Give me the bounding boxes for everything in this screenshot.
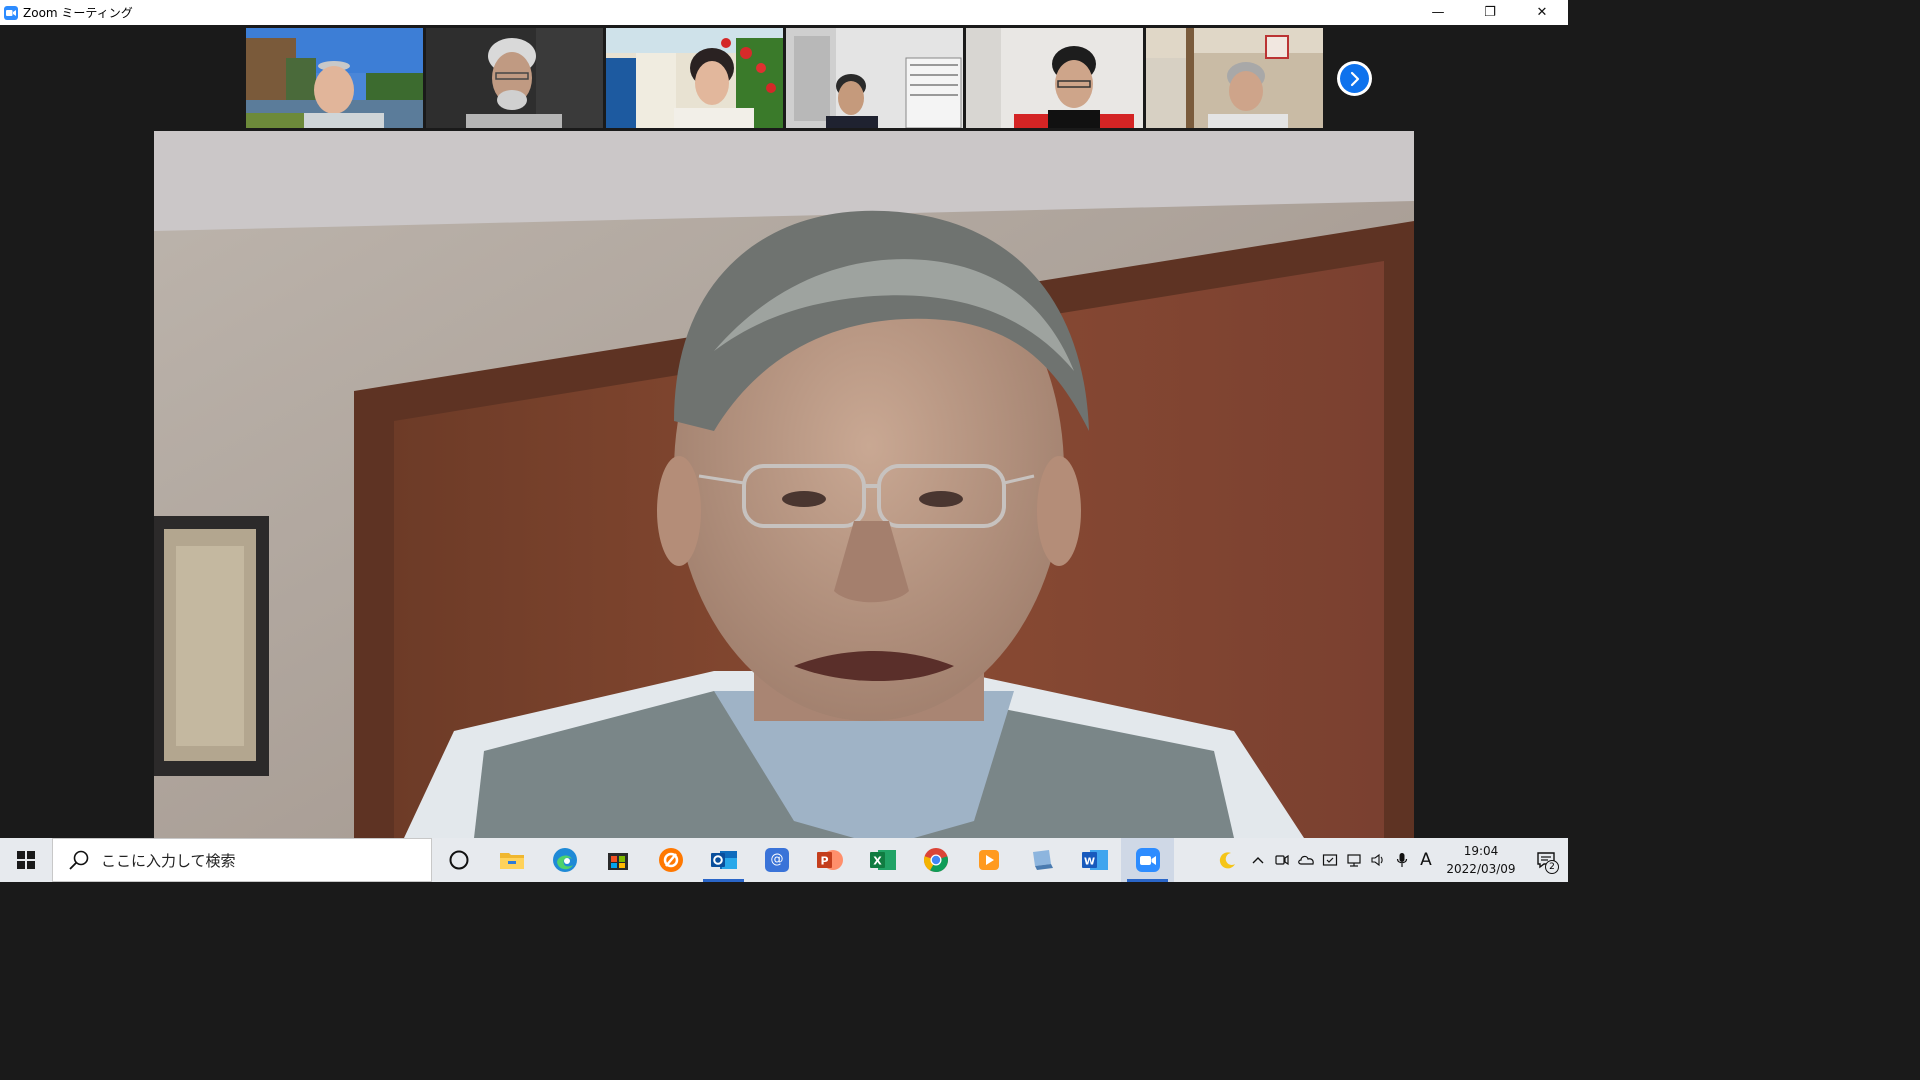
network-app-icon: [1032, 850, 1053, 870]
edge-button[interactable]: [538, 838, 591, 882]
microsoft-store-icon: [607, 853, 628, 870]
svg-text:@: @: [770, 852, 783, 867]
taskbar-search[interactable]: ここに入力して検索: [52, 838, 432, 882]
avast-button[interactable]: [644, 838, 697, 882]
svg-text:P: P: [820, 855, 828, 868]
clock-time: 19:04: [1463, 844, 1499, 858]
microphone-icon[interactable]: [1390, 838, 1414, 882]
word-button[interactable]: W: [1068, 838, 1121, 882]
next-page-button[interactable]: [1337, 61, 1372, 96]
participant-video-2[interactable]: [426, 28, 603, 128]
task-view-icon: [449, 850, 468, 870]
zoom-icon: [1135, 848, 1160, 872]
excel-icon: X: [869, 850, 896, 870]
task-view-button[interactable]: [432, 838, 485, 882]
zoom-app-icon: [4, 5, 18, 20]
participant-video-4[interactable]: [786, 28, 963, 128]
windows-logo-icon: [17, 851, 35, 869]
window-title: Zoom ミーティング: [23, 6, 133, 20]
media-player-icon: [978, 850, 999, 870]
meeting-area: [0, 25, 1568, 838]
network-app-button[interactable]: [1015, 838, 1068, 882]
clock[interactable]: 19:04 2022/03/09: [1438, 842, 1524, 878]
participant-video-3[interactable]: [606, 28, 783, 128]
window-controls: — ❐ ✕: [1412, 0, 1568, 25]
powerpoint-button[interactable]: P: [803, 838, 856, 882]
avast-icon: [658, 848, 683, 872]
start-button[interactable]: [0, 838, 52, 882]
at-menu-icon: @: [764, 848, 789, 872]
at-menu-button[interactable]: @: [750, 838, 803, 882]
svg-text:X: X: [873, 855, 882, 868]
powerpoint-icon: P: [816, 850, 843, 870]
search-icon: [67, 848, 91, 872]
onedrive-icon[interactable]: [1294, 838, 1318, 882]
file-explorer-button[interactable]: [485, 838, 538, 882]
excel-button[interactable]: X: [856, 838, 909, 882]
gallery-strip: [246, 28, 1323, 128]
security-icon[interactable]: [1318, 838, 1342, 882]
title-bar: Zoom ミーティング — ❐ ✕: [0, 0, 1568, 25]
chrome-icon: [923, 848, 948, 872]
media-player-button[interactable]: [962, 838, 1015, 882]
participant-video-6[interactable]: [1146, 28, 1323, 128]
active-speaker-video[interactable]: [154, 131, 1414, 838]
minimize-button[interactable]: —: [1412, 0, 1464, 25]
ime-mode-indicator[interactable]: A: [1414, 838, 1438, 882]
search-placeholder: ここに入力して検索: [101, 851, 236, 870]
outlook-icon: [710, 851, 737, 869]
edge-icon: [552, 848, 577, 872]
restore-button[interactable]: ❐: [1464, 0, 1516, 25]
clock-date: 2022/03/09: [1446, 862, 1516, 876]
chrome-button[interactable]: [909, 838, 962, 882]
meet-now-icon[interactable]: [1270, 838, 1294, 882]
svg-text:W: W: [1083, 857, 1094, 868]
show-hidden-icons-button[interactable]: [1246, 838, 1270, 882]
notification-count-badge: 2: [1545, 860, 1559, 874]
network-icon[interactable]: [1342, 838, 1366, 882]
weather-moon-icon[interactable]: [1210, 838, 1246, 882]
zoom-button[interactable]: [1121, 838, 1174, 882]
volume-icon[interactable]: [1366, 838, 1390, 882]
chevron-right-icon: [1340, 64, 1369, 93]
participant-video-1[interactable]: [246, 28, 423, 128]
participant-video-5[interactable]: [966, 28, 1143, 128]
word-icon: W: [1081, 850, 1108, 870]
system-tray: A 19:04 2022/03/09 2: [1210, 838, 1568, 882]
file-explorer-icon: [499, 853, 524, 869]
outlook-button[interactable]: [697, 838, 750, 882]
close-button[interactable]: ✕: [1516, 0, 1568, 25]
windows-taskbar: ここに入力して検索 @ P X W A 19:04 2022/03/09 2: [0, 838, 1568, 882]
notification-center-button[interactable]: 2: [1524, 838, 1568, 882]
microsoft-store-button[interactable]: [591, 838, 644, 882]
